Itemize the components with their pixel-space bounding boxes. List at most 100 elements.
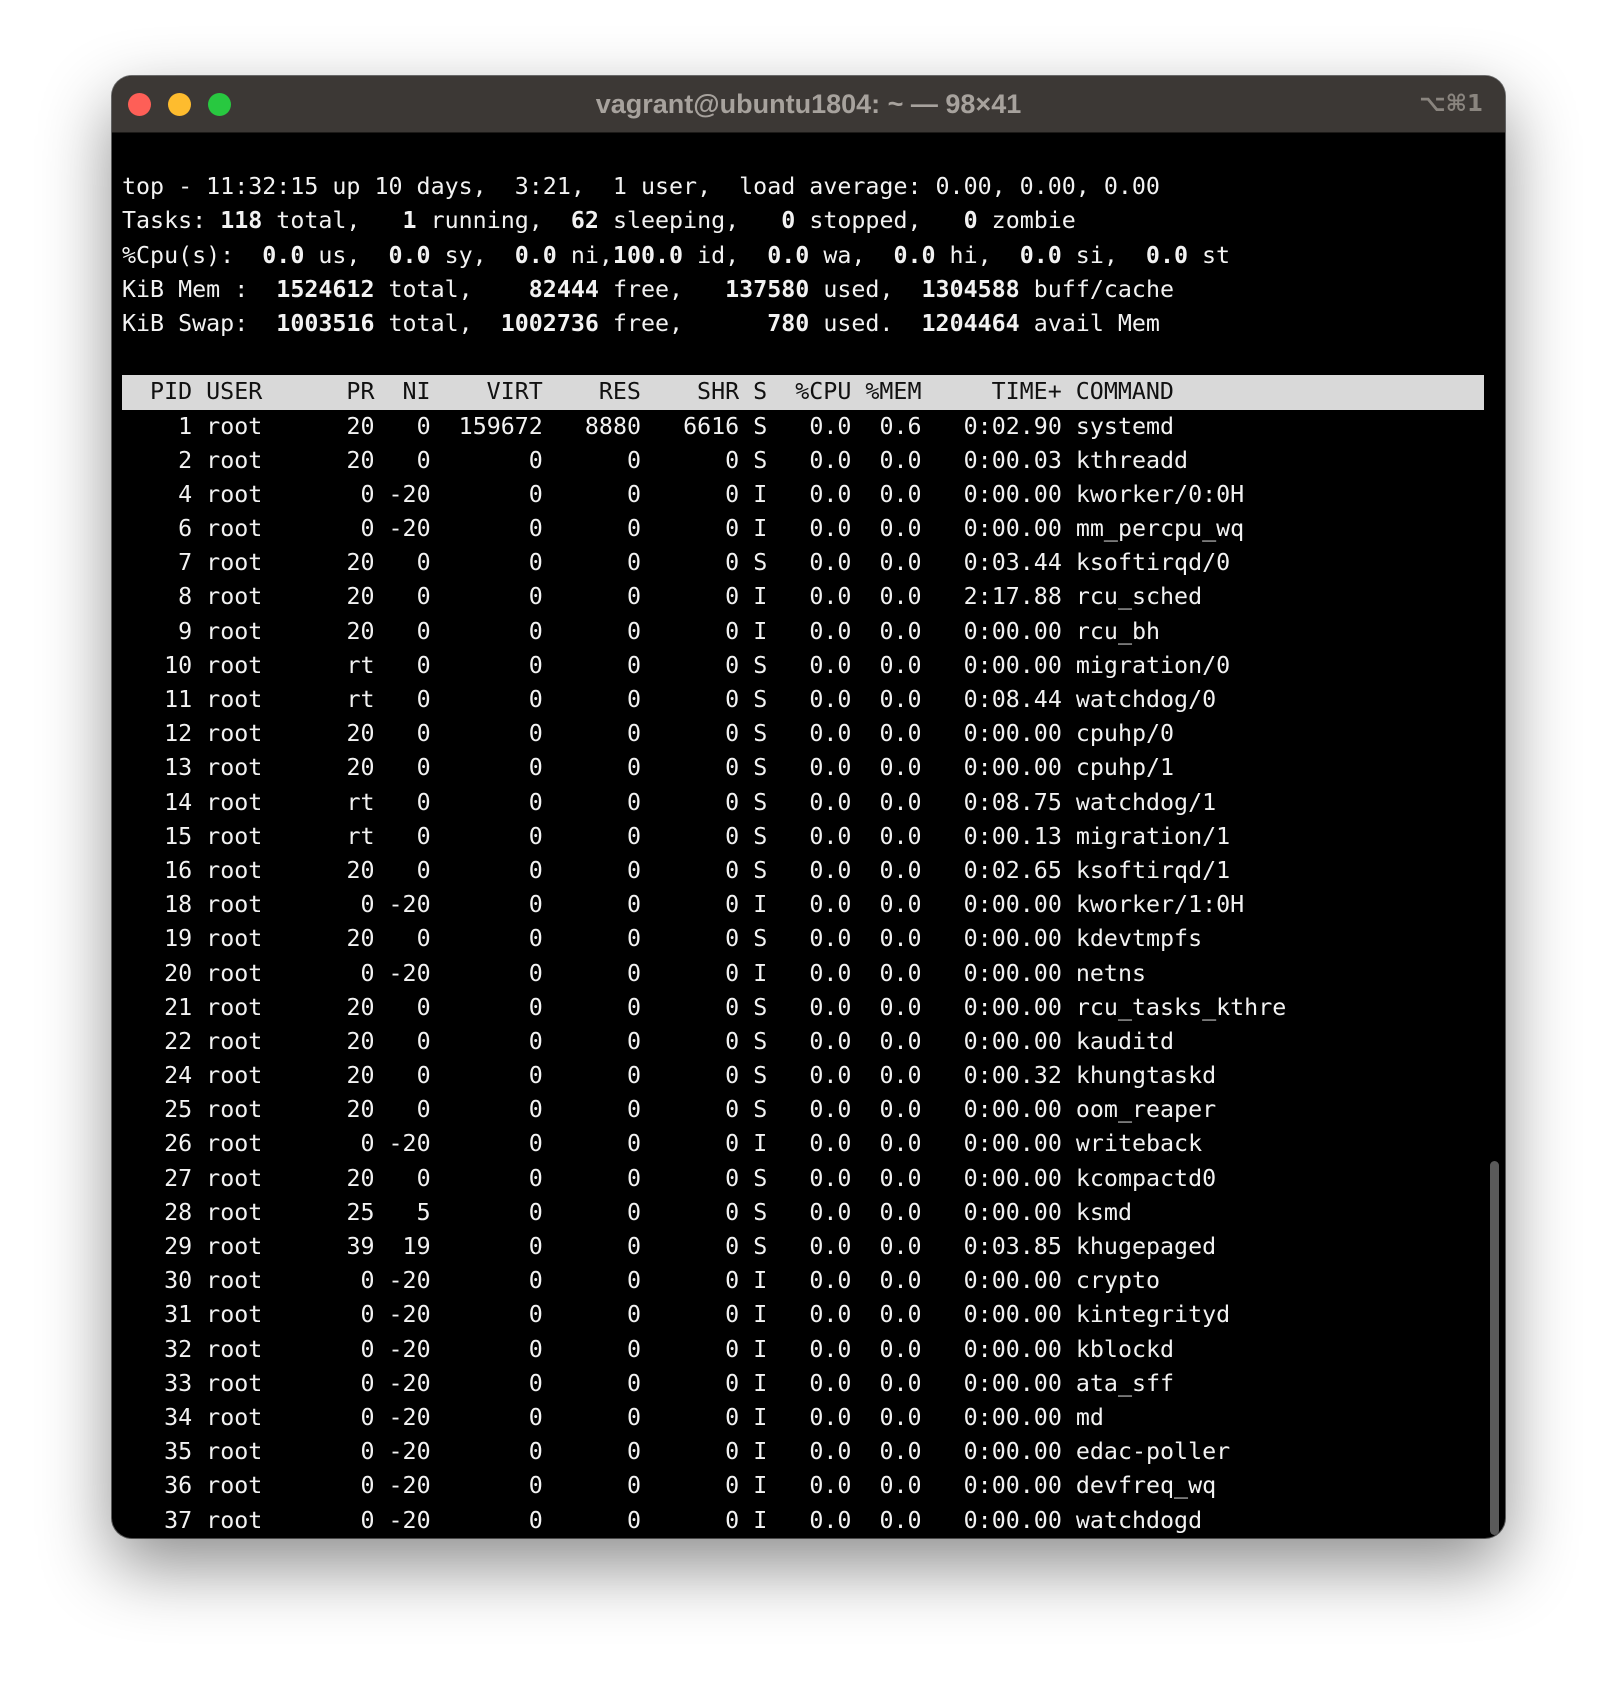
process-pr: 20 [332, 754, 375, 782]
scrollbar-thumb[interactable] [1490, 1161, 1499, 1535]
process-shr: 0 [655, 1506, 740, 1534]
process-time: 2:17.88 [935, 583, 1062, 611]
process-s: I [753, 1369, 768, 1397]
process-ni: -20 [388, 1472, 431, 1500]
process-pr: 0 [332, 1130, 375, 1158]
process-pr: 0 [332, 1267, 375, 1295]
window-shortcut-label: ⌥⌘1 [1419, 91, 1483, 117]
process-mem: 0.0 [865, 720, 922, 748]
process-shr: 0 [655, 856, 740, 884]
process-cpu: 0.0 [781, 446, 852, 474]
process-cpu: 0.0 [781, 1198, 852, 1226]
process-ni: -20 [388, 959, 431, 987]
process-row: 15 root rt 0 0 0 0 S 0.0 0.0 0:00.13 mig… [122, 820, 1484, 854]
process-command: cpuhp/1 [1075, 754, 1287, 782]
process-pr: 0 [332, 1335, 375, 1363]
process-command: kintegrityd [1075, 1301, 1287, 1329]
process-row: 30 root 0 -20 0 0 0 I 0.0 0.0 0:00.00 cr… [122, 1264, 1484, 1298]
process-ni: 0 [388, 651, 431, 679]
process-time: 0:00.00 [935, 1403, 1062, 1431]
process-time: 0:00.00 [935, 515, 1062, 543]
process-s: S [753, 1027, 768, 1055]
title-bar[interactable]: vagrant@ubuntu1804: ~ — 98×41 ⌥⌘1 [112, 76, 1505, 133]
process-time: 0:00.00 [935, 993, 1062, 1021]
process-ni: 0 [388, 1164, 431, 1192]
process-user: root [206, 891, 319, 919]
process-mem: 0.0 [865, 515, 922, 543]
process-command: watchdog/0 [1075, 686, 1287, 714]
process-cpu: 0.0 [781, 1506, 852, 1534]
process-time: 0:02.90 [935, 412, 1062, 440]
process-pr: 20 [332, 1096, 375, 1124]
process-s: S [753, 549, 768, 577]
process-virt: 0 [444, 1335, 543, 1363]
process-mem: 0.0 [865, 617, 922, 645]
process-virt: 0 [444, 583, 543, 611]
process-pid: 29 [122, 1233, 193, 1261]
process-ni: -20 [388, 515, 431, 543]
process-row: 12 root 20 0 0 0 0 S 0.0 0.0 0:00.00 cpu… [122, 717, 1484, 751]
summary-tasks-line: Tasks: 118 total, 1 running, 62 sleeping… [122, 207, 1076, 235]
process-pid: 19 [122, 925, 193, 953]
process-pr: 20 [332, 993, 375, 1021]
process-mem: 0.0 [865, 822, 922, 850]
process-virt: 0 [444, 1506, 543, 1534]
process-pid: 37 [122, 1506, 193, 1534]
terminal-window: vagrant@ubuntu1804: ~ — 98×41 ⌥⌘1 top - … [112, 76, 1505, 1538]
process-shr: 0 [655, 1369, 740, 1397]
process-command: kdevtmpfs [1075, 925, 1287, 953]
process-res: 0 [556, 1198, 642, 1226]
process-command: kworker/0:0H [1075, 480, 1287, 508]
process-row: 2 root 20 0 0 0 0 S 0.0 0.0 0:00.03 kthr… [122, 444, 1484, 478]
process-user: root [206, 583, 319, 611]
process-virt: 0 [444, 925, 543, 953]
process-row: 37 root 0 -20 0 0 0 I 0.0 0.0 0:00.00 wa… [122, 1504, 1484, 1538]
process-time: 0:03.44 [935, 549, 1062, 577]
process-virt: 0 [444, 822, 543, 850]
process-virt: 0 [444, 480, 543, 508]
summary-swap-line: KiB Swap: 1003516 total, 1002736 free, 7… [122, 309, 1160, 337]
process-pid: 30 [122, 1267, 193, 1295]
process-ni: -20 [388, 1335, 431, 1363]
process-user: root [206, 651, 319, 679]
process-user: root [206, 480, 319, 508]
process-pr: 20 [332, 1164, 375, 1192]
process-virt: 0 [444, 1130, 543, 1158]
process-command: migration/1 [1075, 822, 1287, 850]
process-cpu: 0.0 [781, 1062, 852, 1090]
process-s: S [753, 1062, 768, 1090]
process-row: 21 root 20 0 0 0 0 S 0.0 0.0 0:00.00 rcu… [122, 991, 1484, 1025]
process-pr: 0 [332, 1403, 375, 1431]
process-virt: 159672 [444, 412, 543, 440]
process-virt: 0 [444, 856, 543, 884]
process-cpu: 0.0 [781, 515, 852, 543]
process-user: root [206, 1335, 319, 1363]
process-virt: 0 [444, 1267, 543, 1295]
process-pid: 7 [122, 549, 193, 577]
process-shr: 6616 [655, 412, 740, 440]
process-virt: 0 [444, 891, 543, 919]
process-time: 0:08.75 [935, 788, 1062, 816]
process-mem: 0.0 [865, 549, 922, 577]
process-pid: 9 [122, 617, 193, 645]
process-shr: 0 [655, 1438, 740, 1466]
process-shr: 0 [655, 1096, 740, 1124]
process-res: 0 [556, 549, 642, 577]
process-table-header: PID USER PR NI VIRT RES SHR S %CPU %MEM … [122, 375, 1484, 410]
process-pr: rt [332, 822, 375, 850]
process-pid: 13 [122, 754, 193, 782]
process-time: 0:00.00 [935, 1130, 1062, 1158]
process-time: 0:00.00 [935, 1096, 1062, 1124]
process-command: oom_reaper [1075, 1096, 1287, 1124]
process-row: 34 root 0 -20 0 0 0 I 0.0 0.0 0:00.00 md [122, 1401, 1484, 1435]
process-user: root [206, 959, 319, 987]
process-command: devfreq_wq [1075, 1472, 1287, 1500]
process-virt: 0 [444, 446, 543, 474]
process-res: 0 [556, 1164, 642, 1192]
terminal-output[interactable]: top - 11:32:15 up 10 days, 3:21, 1 user,… [122, 132, 1484, 1536]
process-row: 35 root 0 -20 0 0 0 I 0.0 0.0 0:00.00 ed… [122, 1435, 1484, 1469]
process-res: 0 [556, 1130, 642, 1158]
process-shr: 0 [655, 891, 740, 919]
process-ni: 0 [388, 583, 431, 611]
process-command: ksoftirqd/0 [1075, 549, 1287, 577]
